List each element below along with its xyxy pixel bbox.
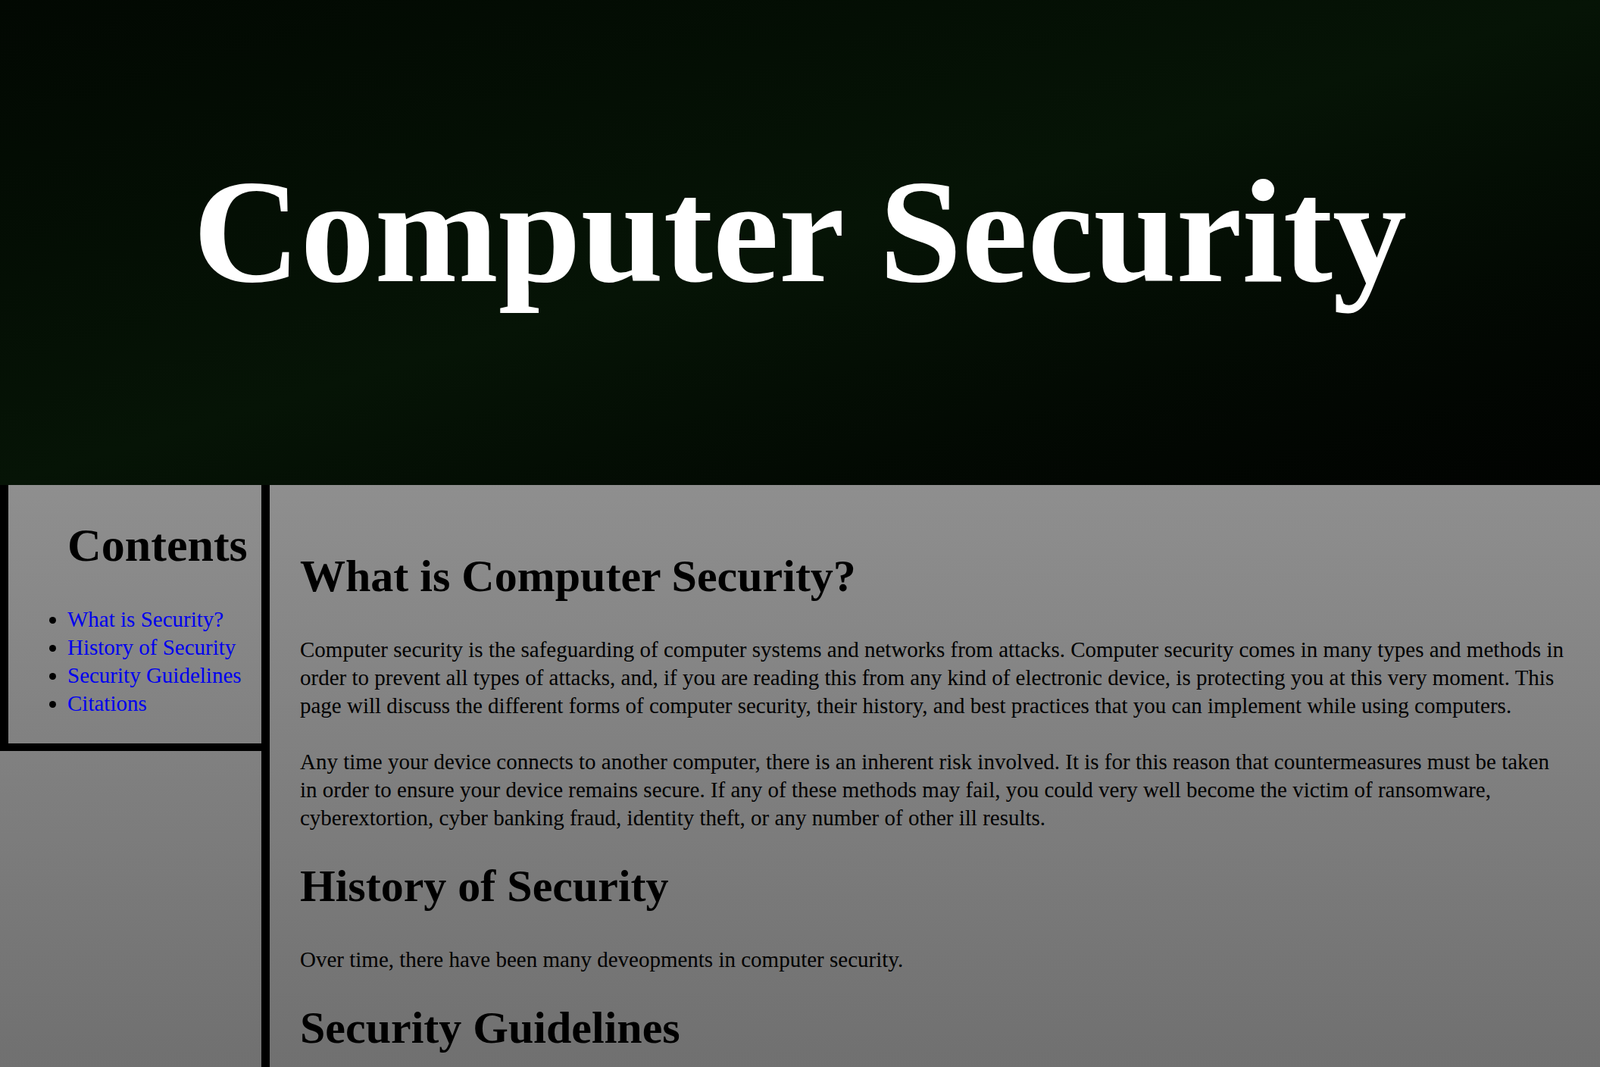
contents-list: What is Security?History of SecuritySecu… bbox=[67, 605, 257, 718]
contents-link[interactable]: What is Security? bbox=[67, 606, 224, 632]
main-content: What is Computer Security? Computer secur… bbox=[261, 484, 1600, 1067]
section-heading: What is Computer Security? bbox=[300, 550, 1570, 603]
contents-item: What is Security? bbox=[67, 605, 257, 634]
sidebar: Contents What is Security?History of Secu… bbox=[0, 484, 262, 1067]
contents-item: History of Security bbox=[67, 633, 257, 662]
contents-item: Security Guidelines bbox=[67, 661, 257, 690]
contents-box: Contents What is Security?History of Secu… bbox=[0, 484, 262, 751]
contents-link[interactable]: Security Guidelines bbox=[67, 662, 242, 688]
contents-heading: Contents bbox=[67, 518, 257, 572]
section-paragraph: Over time, there have been many deveopme… bbox=[300, 945, 1570, 974]
section-paragraph: Computer security is the safeguarding of… bbox=[300, 635, 1570, 720]
content-section: What is Computer Security? Computer secur… bbox=[300, 550, 1570, 832]
header-banner: Computer Security bbox=[0, 0, 1600, 485]
content-section: History of Security Over time, there have… bbox=[300, 859, 1570, 974]
body-layout: ContentsWhat is Security?History of Secu… bbox=[0, 484, 1600, 1067]
section-heading: History of Security bbox=[300, 859, 1570, 913]
page: Computer Security Contents What is Securit… bbox=[0, 0, 1600, 1067]
content-section: Security Guidelines bbox=[300, 1001, 1570, 1054]
contents-link[interactable]: Citations bbox=[67, 690, 147, 716]
section-heading: Security Guidelines bbox=[300, 1001, 1570, 1054]
contents-link[interactable]: History of Security bbox=[67, 634, 236, 660]
page-title: Computer Security bbox=[193, 149, 1407, 313]
contents-item: Citations bbox=[67, 689, 257, 718]
section-paragraph: Any time your device connects to another… bbox=[300, 747, 1570, 832]
